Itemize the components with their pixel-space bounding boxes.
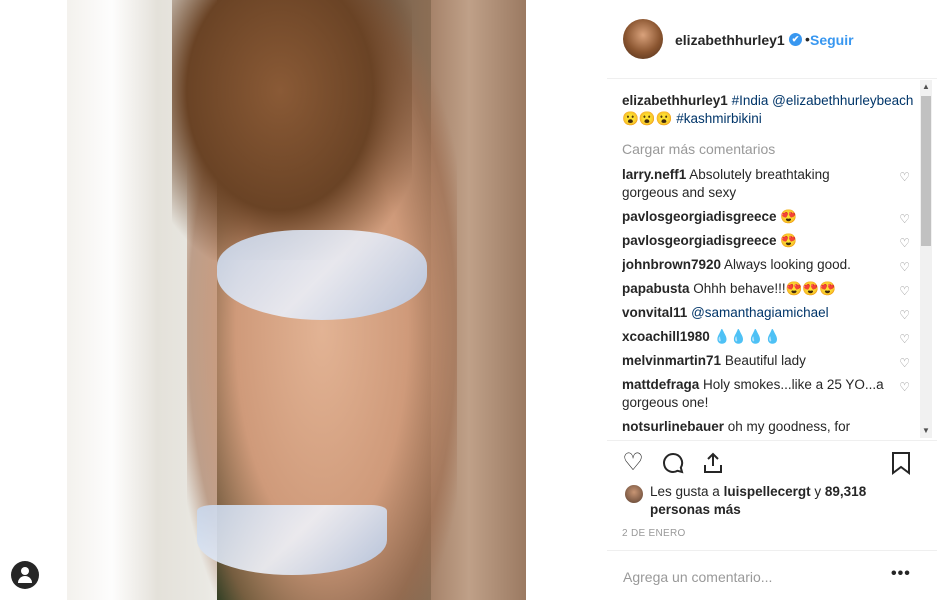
post-side-panel: elizabethhurley1 ✔ • Seguir elizabethhur… bbox=[607, 0, 937, 600]
likes-prefix: Les gusta a bbox=[650, 484, 720, 499]
comment-heart-icon[interactable]: ♡ bbox=[899, 330, 910, 348]
comment-username[interactable]: melvinmartin71 bbox=[622, 353, 721, 368]
likes-conj: y bbox=[814, 484, 822, 499]
action-bar: ♡ bbox=[607, 440, 937, 485]
comment-text: 💧💧💧💧 bbox=[713, 329, 781, 344]
comment-text: Beautiful lady bbox=[724, 353, 806, 368]
hair-area bbox=[172, 0, 412, 260]
comment-text: 😍 bbox=[780, 233, 798, 248]
comment-item: larry.neff1 Absolutely breathtaking gorg… bbox=[622, 166, 917, 202]
caption-emoji: 😮😮😮 bbox=[622, 111, 673, 126]
caption-hashtag[interactable]: #India bbox=[732, 93, 769, 108]
comment-heart-icon[interactable]: ♡ bbox=[899, 378, 910, 396]
comments-list[interactable]: elizabethhurley1 #India @elizabethhurley… bbox=[622, 92, 917, 438]
comment-heart-icon[interactable]: ♡ bbox=[899, 234, 910, 252]
comment-item: mattdefraga Holy smokes...like a 25 YO..… bbox=[622, 376, 917, 412]
post-caption: elizabethhurley1 #India @elizabethhurley… bbox=[622, 92, 917, 128]
post-header: elizabethhurley1 ✔ • Seguir bbox=[607, 0, 937, 79]
scroll-up-arrow-icon[interactable]: ▲ bbox=[920, 80, 932, 94]
comment-heart-icon[interactable]: ♡ bbox=[899, 354, 910, 372]
comment-heart-icon[interactable]: ♡ bbox=[899, 210, 910, 228]
more-options-icon[interactable]: ••• bbox=[891, 565, 911, 583]
comment-item: johnbrown7920 Always looking good. ♡ bbox=[622, 256, 917, 274]
liker-username[interactable]: luispellecergt bbox=[724, 484, 811, 499]
comment-item: vonvital11 @samanthagiamichael ♡ bbox=[622, 304, 917, 322]
load-more-comments-link[interactable]: Cargar más comentarios bbox=[622, 140, 917, 158]
scroll-down-arrow-icon[interactable]: ▼ bbox=[920, 424, 932, 438]
share-icon[interactable] bbox=[699, 449, 727, 477]
comment-mention[interactable]: @samanthagiamichael bbox=[691, 305, 829, 320]
comment-username[interactable]: papabusta bbox=[622, 281, 690, 296]
bikini-top-area bbox=[217, 230, 427, 320]
comment-input[interactable] bbox=[621, 565, 895, 589]
follow-button[interactable]: Seguir bbox=[810, 32, 854, 48]
comment-item: papabusta Ohhh behave!!!😍😍😍 ♡ bbox=[622, 280, 917, 298]
comment-username[interactable]: johnbrown7920 bbox=[622, 257, 721, 272]
profile-icon-head bbox=[21, 567, 29, 575]
scroll-thumb[interactable] bbox=[921, 96, 931, 246]
comment-username[interactable]: vonvital11 bbox=[622, 305, 687, 320]
bookmark-icon[interactable] bbox=[887, 449, 915, 477]
comment-heart-icon[interactable]: ♡ bbox=[899, 258, 910, 276]
comment-icon[interactable] bbox=[659, 449, 687, 477]
comment-text: oh my goodness, for bbox=[727, 419, 851, 434]
caption-mention[interactable]: @elizabethhurleybeach bbox=[772, 93, 913, 108]
post-date[interactable]: 2 DE ENERO bbox=[622, 528, 686, 539]
likes-suffix[interactable]: personas más bbox=[650, 502, 741, 517]
comment-text: 😍 bbox=[780, 209, 798, 224]
caption-username[interactable]: elizabethhurley1 bbox=[622, 93, 728, 108]
comment-item: notsurlinebauer oh my goodness, for bbox=[622, 418, 917, 436]
comment-username[interactable]: pavlosgeorgiadisgreece bbox=[622, 209, 777, 224]
page-background bbox=[0, 0, 67, 600]
comment-heart-icon[interactable]: ♡ bbox=[899, 306, 910, 324]
profile-icon-shoulders bbox=[18, 576, 32, 583]
comment-heart-icon[interactable]: ♡ bbox=[899, 168, 910, 186]
comment-username[interactable]: larry.neff1 bbox=[622, 167, 686, 182]
comment-username[interactable]: mattdefraga bbox=[622, 377, 699, 392]
profile-icon[interactable] bbox=[11, 561, 39, 589]
comment-item: xcoachill1980 💧💧💧💧 ♡ bbox=[622, 328, 917, 346]
comment-item: melvinmartin71 Beautiful lady ♡ bbox=[622, 352, 917, 370]
post-photo[interactable] bbox=[67, 0, 526, 600]
comment-username[interactable]: xcoachill1980 bbox=[622, 329, 710, 344]
comments-scrollbar[interactable]: ▲ ▼ bbox=[920, 80, 932, 438]
comment-username[interactable]: pavlosgeorgiadisgreece bbox=[622, 233, 777, 248]
heart-icon[interactable]: ♡ bbox=[619, 449, 647, 477]
author-avatar[interactable] bbox=[623, 19, 663, 59]
comment-item: pavlosgeorgiadisgreece 😍 ♡ bbox=[622, 232, 917, 250]
comment-text: Ohhh behave!!!😍😍😍 bbox=[693, 281, 837, 296]
comment-heart-icon[interactable]: ♡ bbox=[899, 282, 910, 300]
comment-username[interactable]: notsurlinebauer bbox=[622, 419, 724, 434]
author-username[interactable]: elizabethhurley1 bbox=[675, 32, 785, 48]
comment-item: pavlosgeorgiadisgreece 😍 ♡ bbox=[622, 208, 917, 226]
verified-badge-icon: ✔ bbox=[789, 33, 802, 46]
add-comment-bar: ••• bbox=[607, 550, 937, 601]
bikini-bottom-area bbox=[197, 505, 387, 575]
comment-text: Always looking good. bbox=[724, 257, 851, 272]
likes-count[interactable]: 89,318 bbox=[825, 484, 866, 499]
liker-avatar[interactable] bbox=[625, 485, 643, 503]
caption-hashtag[interactable]: #kashmirbikini bbox=[676, 111, 762, 126]
likes-summary[interactable]: Les gusta a luispellecergt y 89,318 pers… bbox=[650, 483, 890, 519]
